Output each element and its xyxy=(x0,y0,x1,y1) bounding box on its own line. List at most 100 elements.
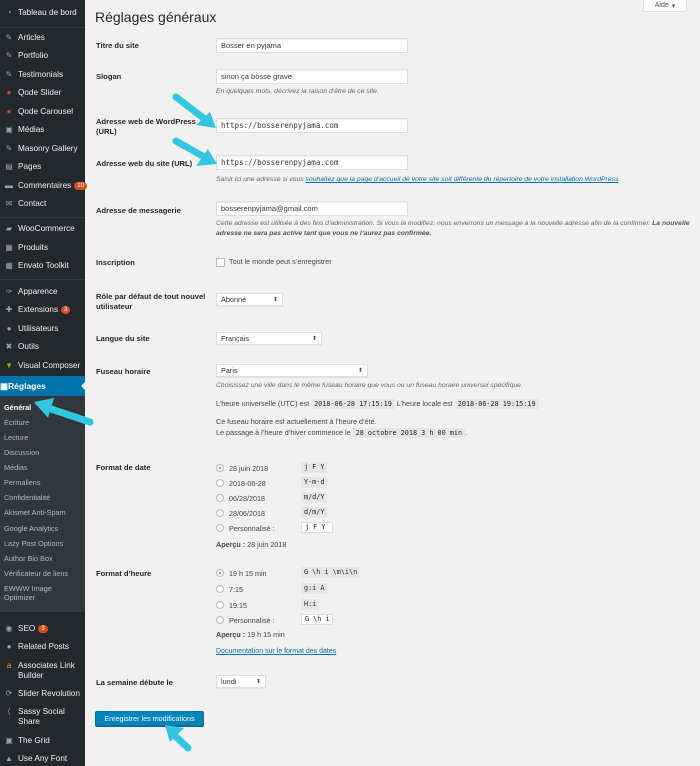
date-format-option[interactable]: 2018-06-28 xyxy=(216,478,266,488)
radio-button[interactable] xyxy=(216,479,224,487)
time-format-custom[interactable]: Personnalisé : xyxy=(216,615,275,625)
wp-url-input[interactable]: https://bosserenpyjama.com xyxy=(216,118,408,133)
tools-icon: ✖ xyxy=(5,342,13,351)
radio-button[interactable] xyxy=(216,494,224,502)
admin-email-label: Adresse de messagerie xyxy=(96,206,181,215)
annotation-arrow-icon xyxy=(172,93,216,128)
radio-button[interactable] xyxy=(216,464,224,472)
site-url-input[interactable]: https://bosserenpyjama.com xyxy=(216,155,408,170)
timezone-description: Choisissez une ville dans le même fuseau… xyxy=(216,382,523,389)
sidebar-item-slider-revolution[interactable]: ⟳ Slider Revolution xyxy=(0,689,85,699)
sidebar-item-portfolio[interactable]: ✎ Portfolio xyxy=(0,51,85,61)
share-icon: ⟨ xyxy=(7,707,11,716)
dst-transition: Le passage à l’heure d’hiver commence le… xyxy=(216,428,467,438)
time-format-custom-input[interactable]: G \h i \ xyxy=(301,614,333,625)
sidebar-item-qode-slider[interactable]: ● Qode Slider xyxy=(0,88,85,98)
sidebar-item-testimonials[interactable]: ✎ Testimonials xyxy=(0,70,85,80)
sidebar-item-dashboard[interactable]: ◔ Tableau de bord xyxy=(0,8,85,18)
site-url-description: Saisir ici une adresse si vous souhaitez… xyxy=(216,175,696,185)
help-tab[interactable]: Aide ▾ xyxy=(643,0,687,12)
submenu-item-link-checker[interactable]: Vérificateur de liens xyxy=(4,569,68,578)
site-title-label: Titre du site xyxy=(96,41,139,50)
site-title-input[interactable]: Bosser en pyjama xyxy=(216,38,408,53)
submenu-item-akismet[interactable]: Akismet Anti-Spam xyxy=(4,508,66,517)
submenu-item-lecture[interactable]: Lecture xyxy=(4,433,28,442)
site-url-help-link[interactable]: souhaitez que la page d’accueil de votre… xyxy=(306,176,619,183)
sidebar-item-associates-link-builder[interactable]: a Associates Link Builder xyxy=(0,661,85,681)
sidebar-item-qode-carousel[interactable]: ● Qode Carousel xyxy=(0,107,85,117)
radio-button[interactable] xyxy=(216,509,224,517)
sidebar-item-label: Produits xyxy=(18,243,49,252)
radio-button[interactable] xyxy=(216,616,224,624)
sidebar-item-envato-toolkit[interactable]: ▦ Envato Toolkit xyxy=(0,261,85,271)
woocommerce-icon: ▰ xyxy=(5,224,13,233)
sidebar-item-sassy-social-share[interactable]: ⟨ Sassy Social Share xyxy=(0,707,85,727)
tagline-input[interactable]: sinon ça bosse grave xyxy=(216,69,408,84)
date-format-option[interactable]: 28/06/2018 xyxy=(216,508,265,518)
sidebar-item-visual-composer[interactable]: ▼ Visual Composer xyxy=(0,361,85,371)
time-format-option[interactable]: 7:15 xyxy=(216,584,243,594)
date-format-custom-input[interactable]: j F Y xyxy=(301,522,333,533)
sidebar-item-utilisateurs[interactable]: ● Utilisateurs xyxy=(0,324,85,334)
sidebar-item-the-grid[interactable]: ▣ The Grid xyxy=(0,736,85,746)
submenu-item-ecriture[interactable]: Écriture xyxy=(4,418,29,427)
sidebar-item-contact[interactable]: ✉ Contact xyxy=(0,199,85,209)
sidebar-item-label: Apparence xyxy=(18,287,58,296)
radio-button[interactable] xyxy=(216,585,224,593)
annotation-arrow-icon xyxy=(165,725,192,752)
media-icon: ▣ xyxy=(5,125,13,134)
time-format-option[interactable]: 19:15 xyxy=(216,600,247,610)
date-format-option[interactable]: 28 juin 2018 xyxy=(216,463,268,473)
submenu-item-confidentialite[interactable]: Confidentialité xyxy=(4,493,50,502)
radio-button[interactable] xyxy=(216,601,224,609)
timezone-select[interactable]: Paris ⬍ xyxy=(216,364,368,377)
sidebar-item-articles[interactable]: ✎ Articles xyxy=(0,33,85,43)
sidebar-item-extensions[interactable]: ✚ Extensions 3 xyxy=(0,305,85,315)
membership-checkbox[interactable] xyxy=(216,258,225,267)
admin-email-input[interactable]: bosserenpyjama@gmail.com xyxy=(216,201,408,216)
submenu-item-general[interactable]: Général xyxy=(4,403,31,412)
font-icon: ▲ xyxy=(5,754,13,763)
membership-checkbox-label[interactable]: Tout le monde peut s’enregistrer xyxy=(229,257,332,267)
sidebar-item-reglages[interactable]: ▦ Réglages xyxy=(0,376,85,396)
sidebar-item-label: Utilisateurs xyxy=(18,324,59,333)
date-format-docs-link[interactable]: Documentation sur le format des dates xyxy=(216,648,336,655)
sidebar-item-label: Articles xyxy=(18,33,45,42)
sidebar-item-related-posts[interactable]: ● Related Posts xyxy=(0,642,85,652)
sidebar-item-woocommerce[interactable]: ▰ WooCommerce xyxy=(0,224,85,234)
sidebar-item-seo[interactable]: ◉ SEO 3 xyxy=(0,624,85,634)
time-format-option[interactable]: 19 h 15 min xyxy=(216,568,267,578)
date-format-option-label: 28 juin 2018 xyxy=(229,463,269,473)
sidebar-item-label: Contact xyxy=(18,199,47,208)
submenu-item-google-analytics[interactable]: Google Analytics xyxy=(4,524,58,533)
sidebar-item-masonry-gallery[interactable]: ✎ Masonry Gallery xyxy=(0,144,85,154)
radio-button[interactable] xyxy=(216,524,224,532)
sidebar-item-comments[interactable]: ▬ Commentaires 10 xyxy=(0,181,87,191)
submenu-item-author-bio-box[interactable]: Author Bio Box xyxy=(4,554,53,563)
language-select[interactable]: Français ⬍ xyxy=(216,332,322,345)
default-role-select[interactable]: Abonné ⬍ xyxy=(216,293,283,306)
sidebar-item-pages[interactable]: ▤ Pages xyxy=(0,162,85,172)
submenu-item-discussion[interactable]: Discussion xyxy=(4,448,39,457)
time-format-code: G \h i \m\i\n xyxy=(301,567,361,578)
radio-button[interactable] xyxy=(216,569,224,577)
pages-icon: ▤ xyxy=(5,162,13,171)
sidebar-separator xyxy=(0,217,85,218)
local-time: 2018-06-28 19:15:19 xyxy=(454,399,539,409)
date-format-option[interactable]: 06/28/2018 xyxy=(216,493,265,503)
admin-sidebar: ◔ Tableau de bord ✎ Articles ✎ Portfolio ✎ T… xyxy=(0,0,87,766)
timezone-label: Fuseau horaire xyxy=(96,367,151,376)
date-format-custom[interactable]: Personnalisé : xyxy=(216,523,275,533)
submenu-item-medias[interactable]: Médias xyxy=(4,463,28,472)
sidebar-item-medias[interactable]: ▣ Médias xyxy=(0,125,85,135)
sidebar-item-apparence[interactable]: ✑ Apparence xyxy=(0,287,85,297)
sidebar-item-outils[interactable]: ✖ Outils xyxy=(0,342,85,352)
start-of-week-select[interactable]: lundi ⬍ xyxy=(216,675,266,688)
sidebar-item-use-any-font[interactable]: ▲ Use Any Font xyxy=(0,754,85,764)
date-format-option-label: 06/28/2018 xyxy=(229,493,265,503)
help-label: Aide xyxy=(654,2,669,9)
submenu-item-ewww[interactable]: EWWW Image Optimizer xyxy=(4,584,66,602)
submenu-item-lazy-post-options[interactable]: Lazy Post Options xyxy=(4,539,63,548)
submenu-item-permaliens[interactable]: Permaliens xyxy=(4,478,41,487)
sidebar-item-produits[interactable]: ▦ Produits xyxy=(0,243,85,253)
